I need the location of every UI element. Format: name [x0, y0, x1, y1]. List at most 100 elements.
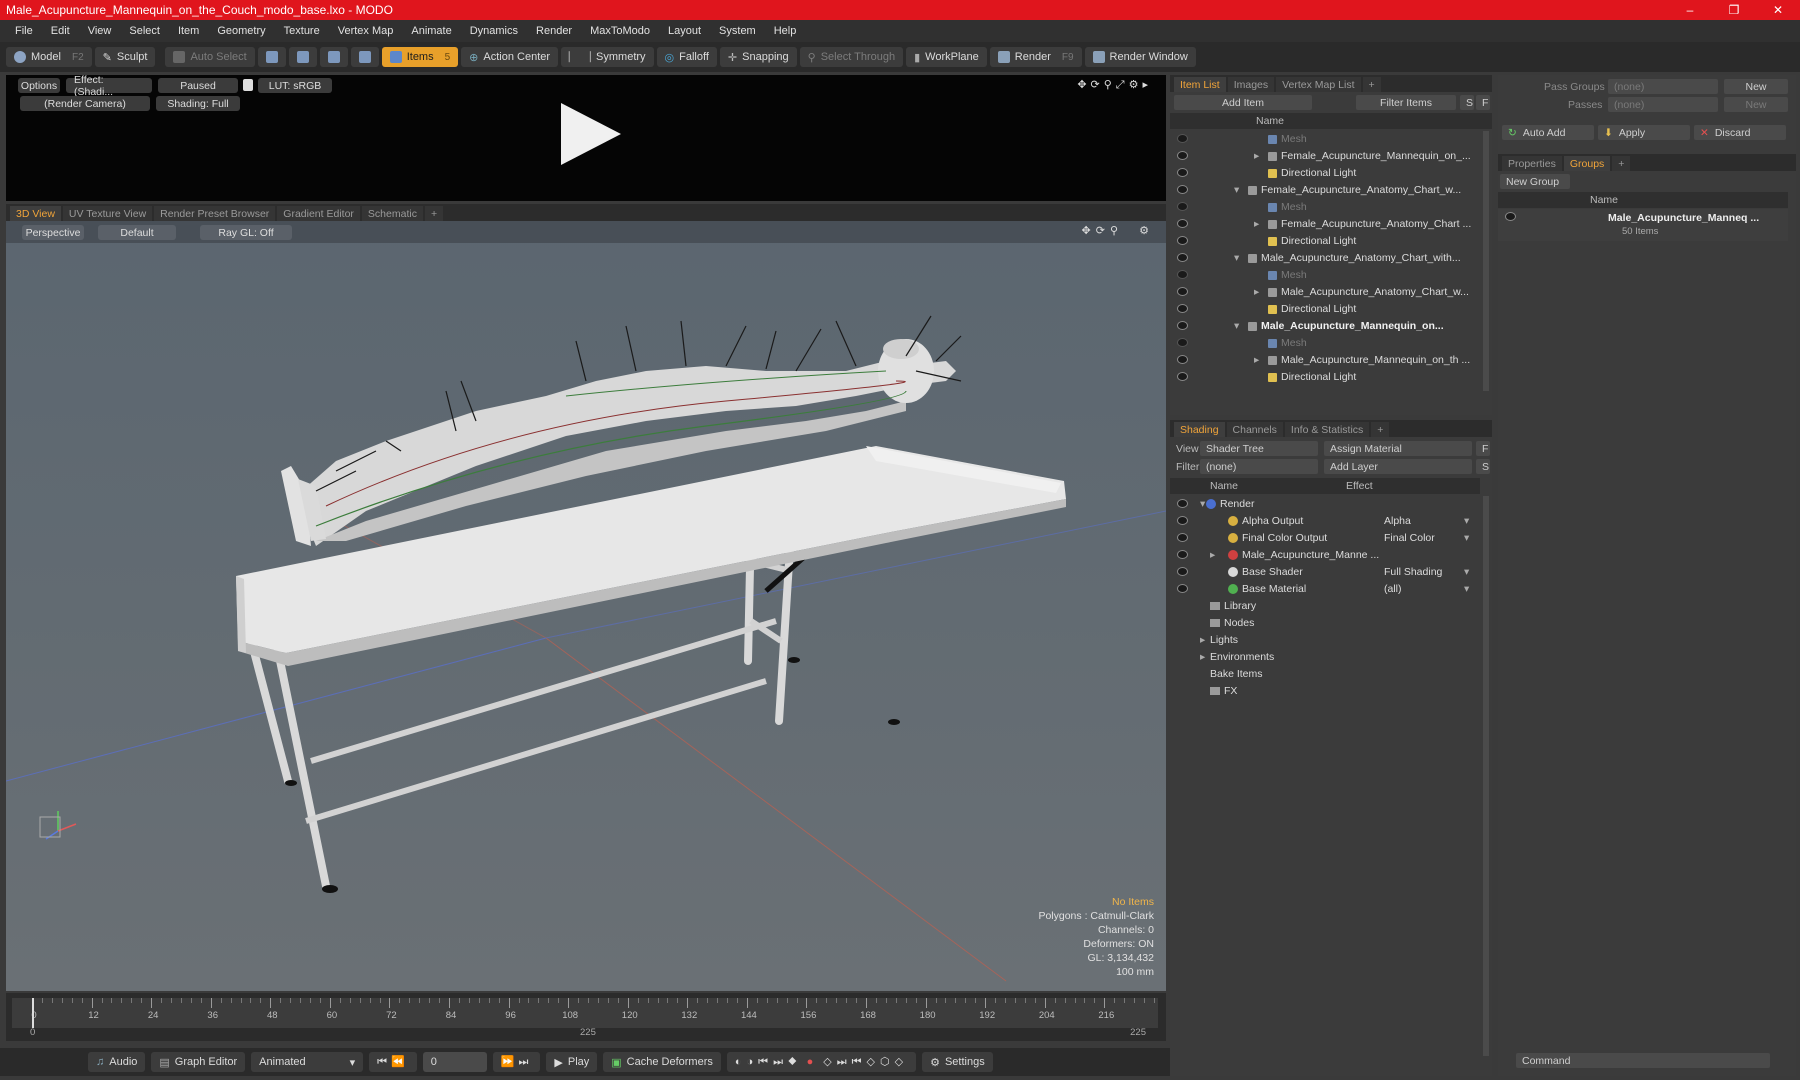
shader-row[interactable]: Base Shader Full Shading ▾ [1170, 564, 1480, 581]
visibility-eye-icon[interactable] [1177, 304, 1188, 313]
group-row[interactable]: Male_Acupuncture_Manneq ... 50 Items [1498, 209, 1788, 241]
visibility-eye-icon[interactable] [1177, 134, 1188, 143]
add-layer-dropdown[interactable]: Add Layer [1324, 459, 1472, 474]
visibility-eye-icon[interactable] [1177, 253, 1188, 262]
item-row[interactable]: Directional Light [1170, 165, 1480, 182]
visibility-eye-icon[interactable] [1177, 567, 1188, 576]
filter-dropdown[interactable]: (none) [1200, 459, 1318, 474]
menu-animate[interactable]: Animate [402, 25, 460, 37]
menu-texture[interactable]: Texture [275, 25, 329, 37]
item-row[interactable]: Directional Light [1170, 369, 1480, 386]
tab-info-statistics[interactable]: Info & Statistics [1284, 422, 1370, 437]
visibility-eye-icon[interactable] [1177, 151, 1188, 160]
expand-arrow-icon[interactable]: ▸ [1254, 218, 1259, 230]
new-pass-group-button[interactable]: New [1724, 79, 1788, 94]
group-eye-icon[interactable] [1505, 212, 1516, 221]
tab-images[interactable]: Images [1227, 77, 1275, 92]
raygl-dropdown[interactable]: Ray GL: Off [200, 225, 292, 240]
audio-button[interactable]: ♫ Audio [88, 1052, 146, 1072]
itemlist-s-button[interactable]: S [1460, 95, 1474, 110]
tab-item-list[interactable]: Item List [1174, 77, 1226, 92]
shader-row[interactable]: ▸ Lights [1170, 632, 1480, 649]
tab-properties[interactable]: Properties [1502, 156, 1562, 171]
shader-row[interactable]: Library [1170, 598, 1480, 615]
shader-row[interactable]: ▸ Male_Acupuncture_Manne ... [1170, 547, 1480, 564]
item-row[interactable]: Directional Light [1170, 301, 1480, 318]
play-button[interactable]: ▶ Play [546, 1052, 598, 1072]
auto-add-button[interactable]: ↻ Auto Add [1502, 125, 1594, 140]
shader-row[interactable]: Bake Items [1170, 666, 1480, 683]
menu-item[interactable]: Item [169, 25, 208, 37]
shader-row[interactable]: FX [1170, 683, 1480, 700]
workplane-button[interactable]: ▮ WorkPlane [906, 47, 987, 67]
minimize-button[interactable]: – [1668, 3, 1712, 17]
snapping-button[interactable]: ✛ Snapping [719, 47, 797, 67]
item-row[interactable]: ▸ Male_Acupuncture_Anatomy_Chart_w... [1170, 284, 1480, 301]
itemlist-f-button[interactable]: F [1476, 95, 1490, 110]
symmetry-button[interactable]: ⎸⎹ Symmetry [561, 47, 654, 67]
shader-row[interactable]: ▸ Environments [1170, 649, 1480, 666]
tab-shading[interactable]: Shading [1174, 422, 1225, 437]
visibility-eye-icon[interactable] [1177, 185, 1188, 194]
tab--[interactable]: + [1371, 422, 1390, 437]
viewport-nav-icons[interactable]: ✥⟳⚲ ⚙ [1082, 224, 1154, 237]
expand-arrow-icon[interactable]: ▾ [1234, 252, 1239, 264]
item-row[interactable]: Mesh [1170, 199, 1480, 216]
item-row[interactable]: Mesh [1170, 131, 1480, 148]
animated-dropdown[interactable]: Animated ▾ [251, 1052, 364, 1072]
tab-schematic[interactable]: Schematic [361, 206, 423, 221]
shader-row[interactable]: Final Color Output Final Color ▾ [1170, 530, 1480, 547]
chevron-down-icon[interactable]: ▾ [1464, 566, 1469, 578]
tab-render-preset-browser[interactable]: Render Preset Browser [154, 206, 276, 221]
discard-button[interactable]: ✕ Discard [1694, 125, 1786, 140]
falloff-button[interactable]: ◎ Falloff [656, 47, 717, 67]
menu-select[interactable]: Select [120, 25, 169, 37]
visibility-eye-icon[interactable] [1177, 168, 1188, 177]
expand-arrow-icon[interactable]: ▸ [1254, 150, 1259, 162]
timeline[interactable]: 0 12 24 36 48 60 72 84 96 108 120 132 144 156 168 180 19… [6, 993, 1166, 1041]
expand-arrow-icon[interactable]: ▸ [1254, 354, 1259, 366]
shading-f-button[interactable]: F [1476, 441, 1490, 456]
visibility-eye-icon[interactable] [1177, 338, 1188, 347]
cache-deformers-button[interactable]: ▣ Cache Deformers [603, 1052, 721, 1072]
items-mode-button[interactable]: Items 5 [381, 47, 459, 67]
preview-paused-button[interactable]: Paused [158, 78, 238, 93]
close-button[interactable]: ✕ [1756, 3, 1800, 17]
itemlist-scrollbar[interactable] [1483, 131, 1489, 391]
visibility-eye-icon[interactable] [1177, 287, 1188, 296]
menu-view[interactable]: View [79, 25, 121, 37]
edges-mode-button[interactable] [288, 47, 317, 67]
preview-options-button[interactable]: Options [18, 78, 60, 93]
tab-3d-view[interactable]: 3D View [10, 206, 61, 221]
play-icon[interactable] [561, 103, 621, 165]
tab-gradient-editor[interactable]: Gradient Editor [277, 206, 360, 221]
maximize-button[interactable]: ❐ [1712, 3, 1756, 17]
menu-file[interactable]: File [6, 25, 42, 37]
tab--[interactable]: + [1612, 156, 1631, 171]
pass-groups-dropdown[interactable]: (none) [1608, 79, 1718, 94]
shader-row[interactable]: ▾ Render [1170, 496, 1480, 513]
menu-dynamics[interactable]: Dynamics [461, 25, 527, 37]
item-row[interactable]: Mesh [1170, 335, 1480, 352]
perspective-dropdown[interactable]: Perspective [22, 225, 84, 240]
shader-row[interactable]: Nodes [1170, 615, 1480, 632]
visibility-eye-icon[interactable] [1177, 236, 1188, 245]
graph-editor-button[interactable]: ▤ Graph Editor [151, 1052, 246, 1072]
expand-arrow-icon[interactable]: ▾ [1234, 184, 1239, 196]
model-mode-button[interactable]: Model F2 [6, 47, 92, 67]
expand-arrow-icon[interactable]: ▸ [1200, 634, 1205, 646]
new-group-button[interactable]: New Group [1500, 174, 1570, 189]
default-dropdown[interactable]: Default [98, 225, 176, 240]
visibility-eye-icon[interactable] [1177, 372, 1188, 381]
passes-dropdown[interactable]: (none) [1608, 97, 1718, 112]
tab-vertex-map-list[interactable]: Vertex Map List [1276, 77, 1361, 92]
action-center-button[interactable]: ⊕ Action Center [461, 47, 559, 67]
visibility-eye-icon[interactable] [1177, 219, 1188, 228]
sculpt-mode-button[interactable]: ✎ Sculpt [94, 47, 156, 67]
render-button[interactable]: Render F9 [989, 47, 1082, 67]
menu-vertex-map[interactable]: Vertex Map [329, 25, 403, 37]
tab-uv-texture-view[interactable]: UV Texture View [62, 206, 153, 221]
apply-button[interactable]: ⬇ Apply [1598, 125, 1690, 140]
render-camera-dropdown[interactable]: (Render Camera) [20, 96, 150, 111]
lut-dropdown[interactable]: LUT: sRGB [258, 78, 332, 93]
